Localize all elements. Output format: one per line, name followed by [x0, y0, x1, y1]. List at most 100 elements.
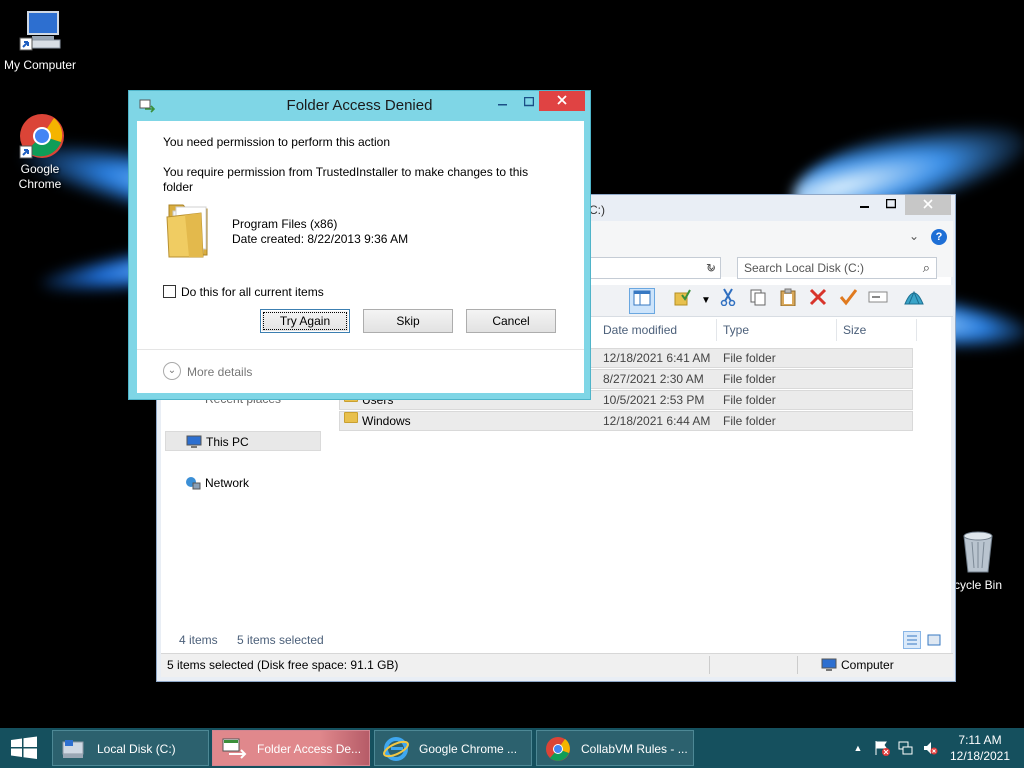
copy-button[interactable] — [745, 288, 771, 314]
apply-all-checkbox[interactable] — [163, 285, 176, 298]
file-type: File folder — [723, 372, 776, 386]
file-type: File folder — [723, 393, 776, 407]
close-icon — [557, 95, 567, 105]
new-folder-button[interactable] — [865, 288, 891, 314]
toolbar: ▼ — [587, 285, 953, 317]
help-icon[interactable]: ? — [931, 229, 947, 245]
status-bar-location: Computer — [821, 654, 894, 676]
computer-icon — [186, 435, 202, 448]
file-date: 12/18/2021 6:44 AM — [603, 414, 711, 428]
cut-button[interactable] — [715, 288, 741, 314]
maximize-icon — [523, 96, 535, 107]
taskbar-item-local-disk[interactable]: Local Disk (C:) — [52, 730, 209, 766]
nav-item-network[interactable]: Network — [165, 473, 249, 493]
taskbar-item-google-chrome[interactable]: Google Chrome ... — [374, 730, 532, 766]
close-button[interactable] — [539, 91, 585, 111]
large-icons-view-icon — [927, 634, 941, 646]
folder-icon — [344, 412, 358, 423]
maximize-button[interactable] — [517, 93, 541, 113]
search-icon: ⌕ — [922, 260, 930, 275]
chevron-down-icon[interactable]: ⌄ — [163, 362, 181, 380]
desktop-icon-recycle-bin[interactable]: cycle Bin — [944, 528, 1024, 592]
delete-button[interactable] — [805, 288, 831, 314]
taskbar-item-label: Local Disk (C:) — [97, 742, 176, 756]
show-hidden-icons-button[interactable]: ▲ — [850, 740, 866, 756]
try-again-button[interactable]: Try Again — [260, 309, 350, 333]
chevron-down-icon: ▼ — [701, 295, 711, 306]
skip-button[interactable]: Skip — [363, 309, 453, 333]
desktop-icon-google-chrome[interactable]: Google Chrome — [0, 112, 80, 192]
rename-field-icon — [868, 291, 888, 303]
computer-icon — [16, 8, 64, 56]
network-icon — [898, 741, 913, 755]
folder-check-icon — [674, 289, 691, 306]
properties-button[interactable] — [669, 288, 695, 314]
chrome-icon — [16, 112, 64, 160]
speaker-muted-icon — [924, 742, 938, 755]
file-transfer-icon — [222, 738, 247, 759]
chrome-icon — [546, 737, 570, 761]
divider — [137, 349, 584, 350]
desktop-icon-label: Google Chrome — [18, 162, 62, 191]
status-bar: 5 items selected (Disk free space: 91.1 … — [161, 653, 953, 677]
minimize-button[interactable] — [491, 93, 515, 113]
file-name: Windows — [362, 414, 411, 428]
clipboard-icon — [780, 288, 796, 307]
nav-item-label: This PC — [206, 435, 249, 449]
rename-button[interactable] — [835, 288, 861, 314]
maximize-button[interactable] — [879, 195, 903, 215]
folder-access-denied-dialog: Folder Access Denied You need permission… — [128, 90, 591, 400]
explorer-title: C:) — [589, 203, 605, 217]
desktop-icon-label: My Computer — [3, 58, 77, 72]
network-status-icon[interactable] — [898, 740, 914, 756]
clock-date: 12/18/2021 — [949, 749, 1011, 763]
options-button[interactable] — [901, 288, 927, 314]
taskbar-item-collabvm-rules[interactable]: CollabVM Rules - ... — [536, 730, 694, 766]
windows-logo-icon — [11, 736, 37, 759]
taskbar-item-folder-access-denied[interactable]: Folder Access De... — [212, 730, 370, 766]
start-button[interactable] — [0, 728, 48, 768]
recycle-bin-icon — [954, 528, 1002, 576]
cancel-button[interactable]: Cancel — [466, 309, 556, 333]
search-input[interactable]: Search Local Disk (C:) ⌕ — [737, 257, 937, 279]
folder-date-created: Date created: 8/22/2013 9:36 AM — [232, 232, 409, 246]
column-header-size[interactable]: Size — [837, 319, 917, 341]
action-center-icon[interactable] — [874, 740, 890, 756]
apply-all-label[interactable]: Do this for all current items — [181, 285, 324, 299]
desktop-icon-my-computer[interactable]: My Computer — [0, 8, 80, 72]
delete-x-icon — [809, 288, 827, 306]
close-button[interactable] — [905, 195, 951, 215]
selected-count: 5 items selected — [237, 633, 324, 647]
folder-icon — [163, 197, 213, 261]
clock[interactable]: 7:11 AM 12/18/2021 — [944, 732, 1016, 764]
item-count: 4 items — [179, 633, 218, 647]
desktop-icon-label: cycle Bin — [954, 578, 1003, 592]
nav-item-label: Network — [205, 476, 250, 490]
file-type: File folder — [723, 414, 776, 428]
nav-item-this-pc[interactable]: This PC — [165, 431, 321, 451]
taskbar: Local Disk (C:) Folder Access De... Goog… — [0, 728, 1024, 768]
preview-pane-button[interactable] — [629, 288, 655, 314]
folder-name: Program Files (x86) — [232, 217, 338, 231]
minimize-icon — [498, 104, 507, 106]
refresh-button[interactable]: ↻ — [699, 257, 723, 279]
internet-explorer-icon — [383, 737, 409, 761]
refresh-icon: ↻ — [705, 261, 717, 275]
column-header-date[interactable]: Date modified — [597, 319, 717, 341]
volume-icon[interactable] — [922, 740, 938, 756]
table-row[interactable]: Windows 12/18/2021 6:44 AM File folder — [339, 411, 913, 431]
network-icon — [186, 477, 201, 490]
large-icons-view-button[interactable] — [925, 631, 943, 649]
column-header-type[interactable]: Type — [717, 319, 837, 341]
minimize-button[interactable] — [853, 195, 877, 215]
details-view-button[interactable] — [903, 631, 921, 649]
copy-icon — [750, 289, 766, 306]
paste-button[interactable] — [775, 288, 801, 314]
permission-message: You need permission to perform this acti… — [163, 135, 391, 149]
status-location-label: Computer — [841, 658, 894, 672]
taskbar-item-label: CollabVM Rules - ... — [581, 742, 688, 756]
file-date: 12/18/2021 6:41 AM — [603, 351, 711, 365]
chevron-up-icon: ▲ — [853, 743, 863, 753]
chevron-down-icon[interactable]: ⌄ — [909, 229, 919, 243]
more-details-link[interactable]: More details — [187, 365, 252, 379]
